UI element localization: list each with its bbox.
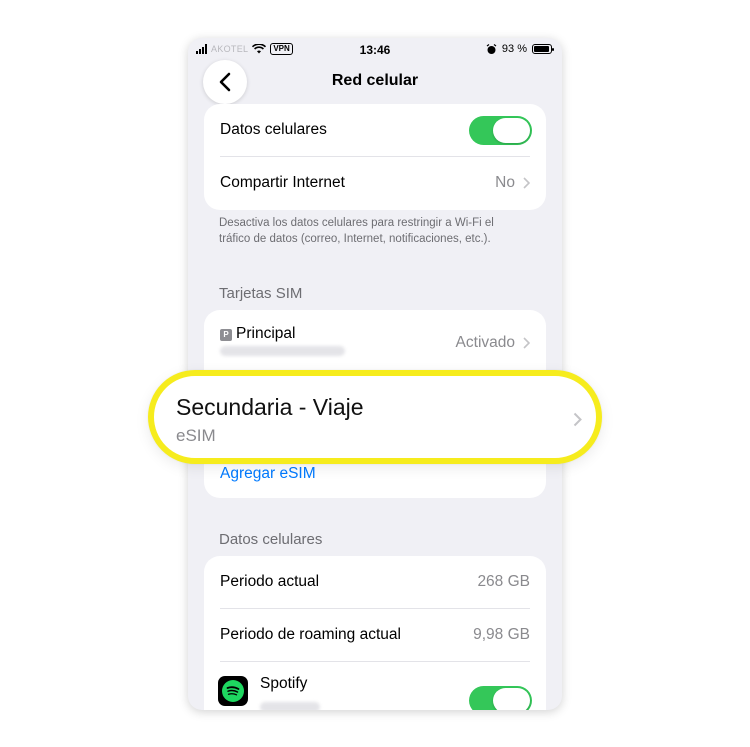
- spotify-toggle[interactable]: [469, 686, 532, 710]
- secundaria-title: Secundaria - Viaje: [176, 394, 364, 420]
- datos-celulares-label: Datos celulares: [220, 121, 327, 138]
- spotify-icon: [218, 676, 248, 706]
- spotify-label: Spotify: [260, 675, 308, 692]
- row-periodo-actual: Periodo actual 268 GB: [204, 556, 546, 609]
- roaming-label: Periodo de roaming actual: [220, 626, 401, 643]
- chevron-right-icon: [523, 337, 530, 349]
- battery-icon: [532, 44, 554, 54]
- roaming-value: 9,98 GB: [473, 626, 530, 643]
- alarm-icon: [486, 43, 497, 54]
- page-title: Red celular: [331, 72, 419, 89]
- agregar-esim-link[interactable]: Agregar eSIM: [220, 465, 316, 483]
- principal-value: Activado: [455, 334, 515, 351]
- secundaria-viaje-row[interactable]: Secundaria - Viaje eSIM: [148, 370, 602, 464]
- sim-section-header: Tarjetas SIM: [219, 285, 303, 302]
- row-datos-celulares: Datos celulares: [204, 104, 546, 157]
- principal-label: Principal: [236, 325, 296, 342]
- secundaria-subtitle: eSIM: [176, 426, 216, 445]
- chevron-right-icon: [573, 412, 582, 427]
- periodo-actual-value: 268 GB: [477, 573, 530, 590]
- periodo-actual-label: Periodo actual: [220, 573, 320, 590]
- row-spotify: Spotify: [204, 662, 546, 710]
- principal-badge: P: [220, 329, 232, 341]
- row-compartir-internet[interactable]: Compartir Internet No: [204, 157, 546, 210]
- row-roaming: Periodo de roaming actual 9,98 GB: [204, 609, 546, 662]
- spotify-usage-redacted: [260, 702, 320, 710]
- cellular-card: Datos celulares Compartir Internet No: [204, 104, 546, 210]
- compartir-internet-value: No: [495, 174, 515, 191]
- status-bar: AKOTEL VPN 13:46 93 %: [188, 38, 562, 62]
- battery-percent: 93 %: [501, 43, 527, 55]
- data-section-header: Datos celulares: [219, 531, 323, 548]
- compartir-internet-label: Compartir Internet: [220, 174, 345, 191]
- status-right: 93 %: [486, 43, 554, 55]
- cellular-footnote: Desactiva los datos celulares para restr…: [219, 217, 494, 245]
- row-principal[interactable]: P Principal Activado: [204, 310, 546, 372]
- data-usage-card: Periodo actual 268 GB Periodo de roaming…: [204, 556, 546, 710]
- chevron-right-icon: [523, 177, 530, 189]
- phone-number-redacted: [220, 346, 345, 356]
- datos-celulares-toggle[interactable]: [469, 116, 532, 145]
